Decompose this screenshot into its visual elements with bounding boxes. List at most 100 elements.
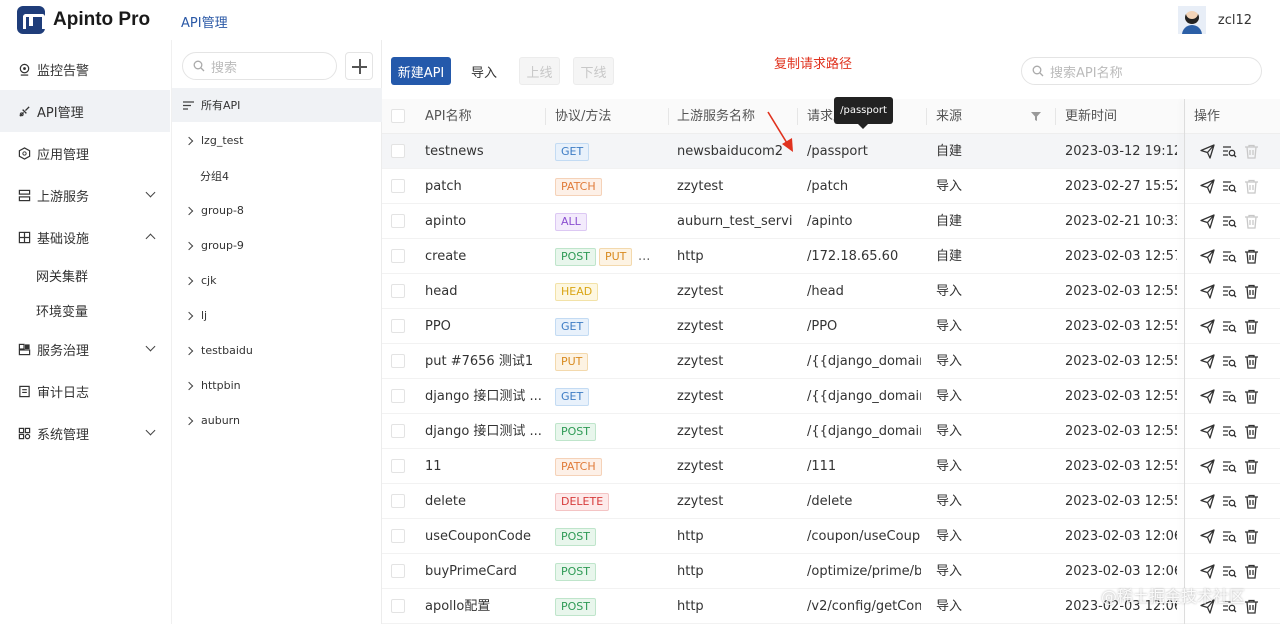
publish-icon[interactable] [1200, 214, 1215, 229]
delete-icon[interactable] [1244, 144, 1259, 159]
app-logo[interactable]: Apinto Pro [17, 6, 150, 34]
request-path[interactable]: /v2/config/getConf... [807, 589, 921, 624]
table-row[interactable]: delete DELETE zzytest/delete 导入 2023-02-03 1… [382, 484, 1280, 519]
delete-icon[interactable] [1244, 214, 1259, 229]
breadcrumb[interactable]: API管理 [181, 12, 228, 31]
sidebar-subitem-env-vars[interactable]: 环境变量 [0, 292, 170, 328]
request-path[interactable]: /delete [807, 484, 921, 519]
group-item[interactable]: cjk [172, 263, 382, 298]
detail-search-icon[interactable] [1222, 319, 1237, 334]
request-path[interactable]: /coupon/useCoup... [807, 519, 921, 554]
delete-icon[interactable] [1244, 249, 1259, 264]
row-checkbox[interactable] [391, 214, 405, 228]
delete-icon[interactable] [1244, 564, 1259, 579]
publish-icon[interactable] [1200, 494, 1215, 509]
row-checkbox[interactable] [391, 564, 405, 578]
group-item-all[interactable]: 所有API [172, 88, 382, 122]
delete-icon[interactable] [1244, 424, 1259, 439]
request-path[interactable]: /patch [807, 169, 921, 204]
delete-icon[interactable] [1244, 599, 1259, 614]
publish-icon[interactable] [1200, 389, 1215, 404]
sidebar-item-upstream[interactable]: 上游服务 [0, 174, 170, 216]
detail-search-icon[interactable] [1222, 389, 1237, 404]
detail-search-icon[interactable] [1222, 249, 1237, 264]
api-name[interactable]: useCouponCode [425, 519, 543, 554]
group-item[interactable]: group-9 [172, 228, 382, 263]
delete-icon[interactable] [1244, 459, 1259, 474]
sidebar-item-monitor[interactable]: 监控告警 [0, 48, 170, 90]
api-name[interactable]: apinto [425, 204, 543, 239]
publish-icon[interactable] [1200, 564, 1215, 579]
sidebar-item-system[interactable]: 系统管理 [0, 412, 170, 454]
delete-icon[interactable] [1244, 284, 1259, 299]
row-checkbox[interactable] [391, 424, 405, 438]
avatar[interactable] [1177, 6, 1206, 34]
delete-icon[interactable] [1244, 179, 1259, 194]
publish-icon[interactable] [1200, 424, 1215, 439]
import-button[interactable]: 导入 [463, 57, 505, 85]
row-checkbox[interactable] [391, 529, 405, 543]
detail-search-icon[interactable] [1222, 494, 1237, 509]
delete-icon[interactable] [1244, 354, 1259, 369]
sidebar-item-infra[interactable]: 基础设施 [0, 216, 170, 258]
row-checkbox[interactable] [391, 144, 405, 158]
publish-icon[interactable] [1200, 284, 1215, 299]
api-name[interactable]: patch [425, 169, 543, 204]
detail-search-icon[interactable] [1222, 179, 1237, 194]
delete-icon[interactable] [1244, 529, 1259, 544]
table-row[interactable]: patch PATCH zzytest/patch 导入 2023-02-27 15:5… [382, 169, 1280, 204]
api-name[interactable]: buyPrimeCard [425, 554, 543, 589]
sidebar-item-governance[interactable]: 服务治理 [0, 328, 170, 370]
delete-icon[interactable] [1244, 389, 1259, 404]
select-all-checkbox[interactable] [391, 109, 405, 123]
group-item[interactable]: 分组4 [172, 158, 382, 193]
row-checkbox[interactable] [391, 599, 405, 613]
table-row[interactable]: testnews GET newsbaiducom2/passport 自建 2023-… [382, 134, 1280, 169]
group-item[interactable]: auburn [172, 403, 382, 438]
detail-search-icon[interactable] [1222, 529, 1237, 544]
api-name[interactable]: PPO [425, 309, 543, 344]
table-row[interactable]: django 接口测试 ... GET zzytest /{{django_domai… [382, 379, 1280, 414]
table-row[interactable]: 11 PATCH zzytest/111 导入 2023-02-03 12:55... [382, 449, 1280, 484]
row-checkbox[interactable] [391, 179, 405, 193]
request-path[interactable]: /{{django_domain}... [807, 414, 921, 449]
table-row[interactable]: useCouponCode POST http/coupon/useCoup... 导… [382, 519, 1280, 554]
detail-search-icon[interactable] [1222, 354, 1237, 369]
row-checkbox[interactable] [391, 389, 405, 403]
table-row[interactable]: head HEAD zzytest/head 导入 2023-02-03 12:55..… [382, 274, 1280, 309]
group-item[interactable]: lj [172, 298, 382, 333]
table-row[interactable]: django 接口测试 ... POST zzytest /{{django_doma… [382, 414, 1280, 449]
group-item[interactable]: lzg_test [172, 123, 382, 158]
add-group-button[interactable] [345, 52, 373, 80]
api-name[interactable]: apollo配置 [425, 589, 543, 624]
api-name[interactable]: create [425, 239, 543, 274]
group-search-input[interactable]: 搜索 [182, 52, 337, 80]
table-row[interactable]: create POST PUT... http/172.18.65.60 自建 2023-… [382, 239, 1280, 274]
publish-icon[interactable] [1200, 249, 1215, 264]
request-path[interactable]: /111 [807, 449, 921, 484]
username[interactable]: zcl12 [1218, 13, 1252, 28]
request-path[interactable]: /apinto [807, 204, 921, 239]
detail-search-icon[interactable] [1222, 284, 1237, 299]
group-item[interactable]: httpbin [172, 368, 382, 403]
delete-icon[interactable] [1244, 494, 1259, 509]
row-checkbox[interactable] [391, 494, 405, 508]
sidebar-item-audit[interactable]: 审计日志 [0, 370, 170, 412]
publish-icon[interactable] [1200, 354, 1215, 369]
detail-search-icon[interactable] [1222, 144, 1237, 159]
detail-search-icon[interactable] [1222, 214, 1237, 229]
request-path[interactable]: /passport [807, 134, 921, 169]
row-checkbox[interactable] [391, 319, 405, 333]
request-path[interactable]: /{{django_domain}... [807, 344, 921, 379]
sidebar-item-api[interactable]: API管理 [0, 90, 170, 132]
group-item[interactable]: testbaidu [172, 333, 382, 368]
publish-icon[interactable] [1200, 144, 1215, 159]
new-api-button[interactable]: 新建API [391, 57, 451, 85]
api-name[interactable]: django 接口测试 ... [425, 379, 543, 414]
publish-icon[interactable] [1200, 179, 1215, 194]
request-path[interactable]: /PPO [807, 309, 921, 344]
table-row[interactable]: apinto ALL auburn_test_service/apinto 自建 202… [382, 204, 1280, 239]
request-path[interactable]: /172.18.65.60 [807, 239, 921, 274]
offline-button[interactable]: 下线 [573, 57, 614, 85]
request-path[interactable]: /{{django_domain}... [807, 379, 921, 414]
